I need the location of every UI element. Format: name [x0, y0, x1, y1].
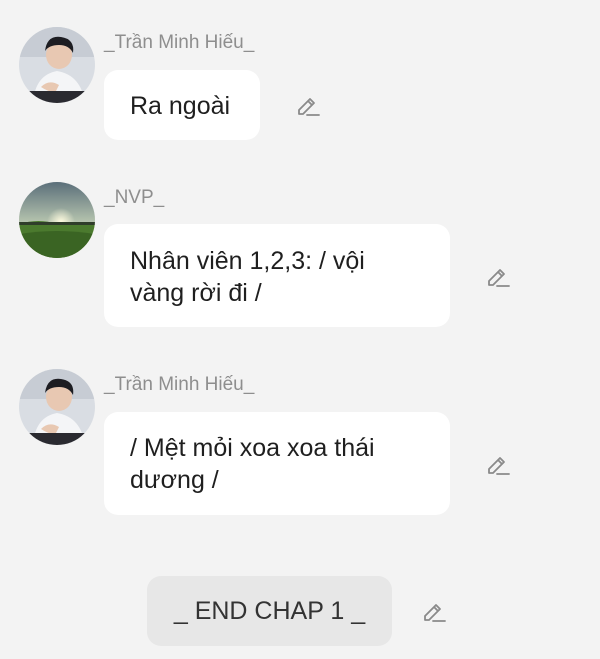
landscape-avatar-image [19, 182, 95, 258]
avatar[interactable] [19, 27, 95, 103]
edit-button[interactable] [484, 450, 512, 478]
message-bubble[interactable]: Ra ngoài [104, 70, 260, 140]
portrait-avatar-image [19, 369, 95, 445]
avatar[interactable] [19, 369, 95, 445]
message-bubble[interactable]: / Mệt mỏi xoa xoa thái dương / [104, 412, 450, 515]
edit-button[interactable] [294, 91, 322, 119]
sender-name: _Trần Minh Hiếu_ [104, 32, 255, 53]
pencil-edit-icon [488, 269, 510, 287]
sender-name: _Trần Minh Hiếu_ [104, 374, 255, 395]
end-chapter-text: _ END CHAP 1 _ [173, 596, 366, 625]
message-bubble[interactable]: Nhân viên 1,2,3: / vội vàng rời đi / [104, 224, 450, 327]
pencil-edit-icon [424, 604, 446, 622]
portrait-avatar-image [19, 27, 95, 103]
end-chapter-marker[interactable]: _ END CHAP 1 _ [147, 576, 392, 646]
sender-name: _NVP_ [104, 187, 165, 208]
message-text: Nhân viên 1,2,3: / vội vàng rời đi / [130, 247, 365, 307]
message-text: Ra ngoài [130, 92, 231, 120]
pencil-edit-icon [488, 457, 510, 475]
edit-button[interactable] [484, 262, 512, 290]
avatar[interactable] [19, 182, 95, 258]
message-text: / Mệt mỏi xoa xoa thái dương / [130, 434, 375, 494]
pencil-edit-icon [298, 98, 320, 116]
edit-button[interactable] [420, 597, 448, 625]
